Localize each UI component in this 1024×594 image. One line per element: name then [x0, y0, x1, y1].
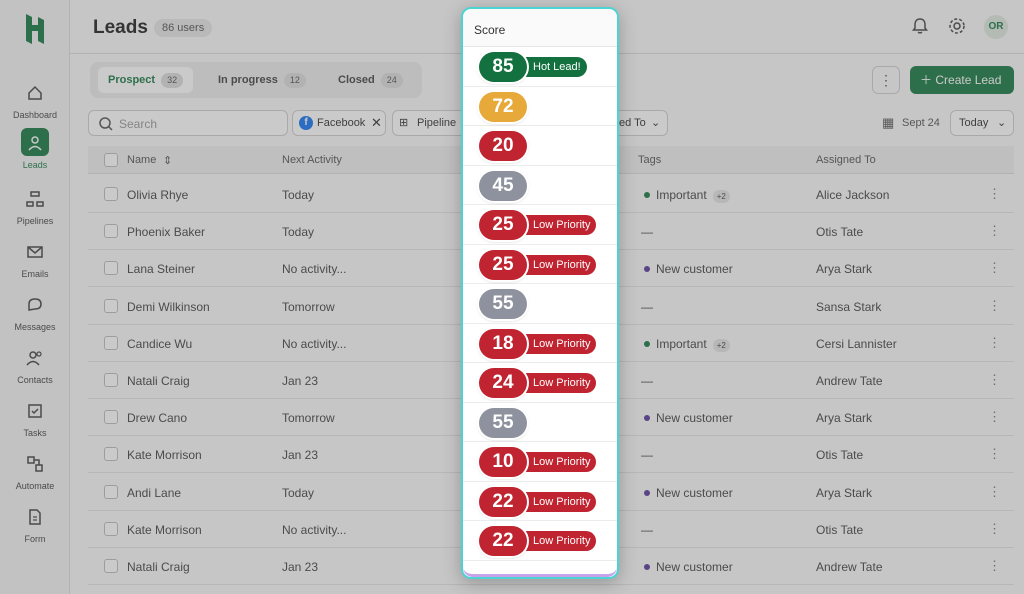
score-badge[interactable]: 85: [479, 52, 527, 82]
score-badge[interactable]: 18: [479, 328, 527, 359]
score-row: 25 Low Priority: [463, 205, 617, 245]
score-badge[interactable]: 25: [479, 210, 527, 240]
score-badge[interactable]: 55: [479, 407, 527, 438]
score-label-tag: Low Priority: [517, 215, 597, 235]
score-column-panel: Score 85 Hot Lead! 72 20 45 25 Low Priority 25 L…: [461, 7, 619, 579]
score-row: 72: [463, 87, 617, 126]
score-label-tag: Low Priority: [517, 491, 597, 512]
score-badge[interactable]: 10: [479, 447, 527, 477]
score-row: 55: [463, 403, 617, 442]
score-label-tag: Low Priority: [517, 254, 597, 275]
score-row: 45: [463, 166, 617, 205]
score-badge[interactable]: 20: [479, 131, 527, 161]
score-badge[interactable]: 55: [479, 289, 527, 319]
score-row: 22 Low Priority: [463, 521, 617, 561]
score-row: 24 Low Priority: [463, 363, 617, 403]
score-label-tag: Hot Lead!: [517, 57, 587, 77]
score-badge[interactable]: 22: [479, 526, 527, 556]
score-row: 10 Low Priority: [463, 442, 617, 482]
score-header: Score: [463, 9, 617, 47]
score-badge[interactable]: 72: [479, 91, 527, 122]
score-badge[interactable]: 22: [479, 486, 527, 517]
score-badge[interactable]: 25: [479, 249, 527, 280]
score-label-tag: Low Priority: [517, 333, 597, 354]
score-badge[interactable]: 45: [479, 170, 527, 201]
score-label-tag: Low Priority: [517, 373, 597, 393]
score-badge[interactable]: 24: [479, 368, 527, 398]
score-row: 22 Low Priority: [463, 482, 617, 521]
score-label-tag: Low Priority: [517, 531, 597, 551]
score-row: 20: [463, 126, 617, 166]
score-row: 85 Hot Lead!: [463, 47, 617, 87]
score-label-tag: Low Priority: [517, 452, 597, 472]
score-row: 18 Low Priority: [463, 324, 617, 363]
score-row: 25 Low Priority: [463, 245, 617, 284]
score-row: 55: [463, 284, 617, 324]
